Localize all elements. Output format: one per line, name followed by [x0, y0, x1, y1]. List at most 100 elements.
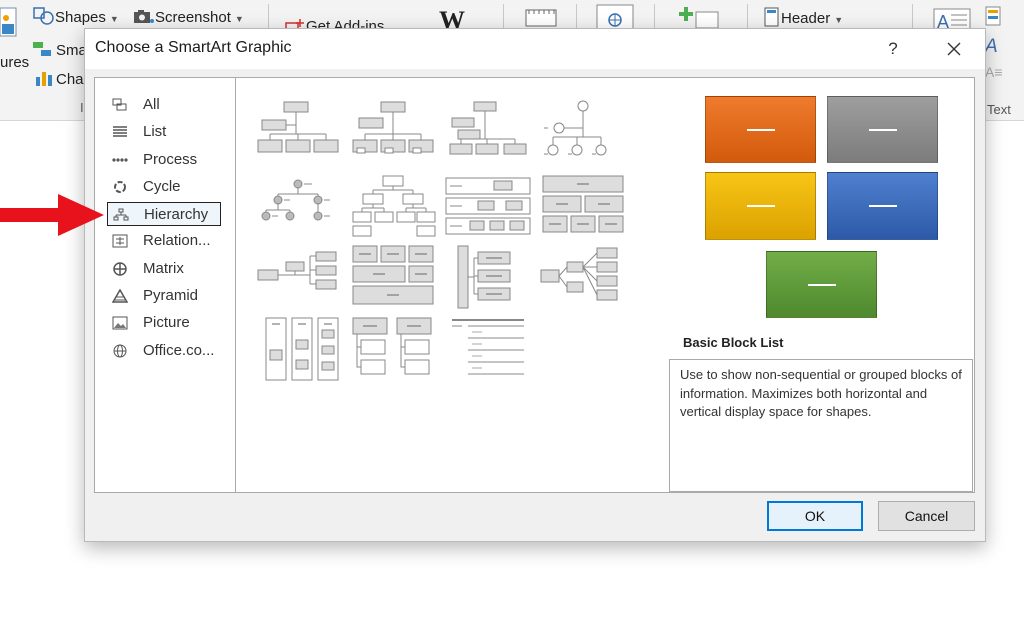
chart-icon — [36, 72, 52, 86]
layout-organization-chart[interactable] — [254, 98, 342, 166]
globe-icon — [113, 344, 127, 358]
picture-icon — [112, 316, 128, 330]
chevron-down-icon: ▼ — [109, 14, 119, 24]
category-label: Picture — [143, 314, 190, 331]
layout-circle-hierarchy[interactable] — [254, 174, 342, 242]
drop-cap-icon[interactable]: A≡ — [985, 64, 1003, 80]
category-list-item[interactable]: List — [107, 120, 221, 144]
category-process[interactable]: Process — [107, 148, 221, 172]
category-label: Office.co... — [143, 342, 215, 359]
table-hierarchy-icon — [542, 175, 624, 233]
help-button[interactable]: ? — [881, 37, 905, 61]
preview-block-gray — [827, 96, 938, 163]
category-label: Cycle — [143, 178, 181, 195]
wordart-icon[interactable]: A — [985, 36, 998, 58]
placeholder-dash — [746, 128, 775, 131]
pictures-icon — [0, 7, 17, 37]
multi-level-hierarchy-icon — [540, 247, 618, 301]
layout-labeled-hierarchy[interactable] — [444, 174, 532, 242]
close-icon — [947, 42, 961, 56]
preview-pane: Basic Block List Use to show non-sequent… — [666, 77, 975, 493]
category-label: Hierarchy — [144, 206, 209, 223]
category-office-com[interactable]: Office.co... — [107, 339, 221, 363]
layout-horizontal-multi-level[interactable] — [539, 244, 627, 312]
smartart-button[interactable]: Sma — [32, 40, 87, 59]
cancel-button[interactable]: Cancel — [878, 501, 975, 531]
cycle-icon — [114, 181, 126, 193]
quick-parts-icon[interactable] — [985, 6, 1001, 26]
layout-horizontal-hierarchy[interactable] — [444, 244, 532, 312]
category-pyramid[interactable]: Pyramid — [107, 284, 221, 308]
pyramid-icon — [112, 289, 128, 303]
text-group-label: Text — [987, 102, 1011, 117]
placeholder-dash — [868, 205, 897, 207]
category-cycle[interactable]: Cycle — [107, 175, 221, 199]
layout-circle-picture-hierarchy[interactable] — [539, 98, 627, 166]
shapes-label: Shapes — [55, 9, 106, 26]
category-matrix[interactable]: Matrix — [107, 257, 221, 281]
placeholder-dash — [868, 128, 897, 131]
header-button[interactable]: Header ▼ — [763, 7, 843, 27]
basic-block-list-preview — [696, 96, 946, 321]
name-title-org-chart-icon — [352, 101, 434, 154]
category-label: List — [143, 123, 167, 140]
layout-hierarchy-list[interactable] — [349, 244, 437, 312]
dialog-title: Choose a SmartArt Graphic — [95, 39, 292, 56]
all-icon — [112, 98, 127, 111]
hierarchy-boxes-icon — [352, 175, 436, 237]
circle-hierarchy-icon — [544, 100, 607, 156]
category-label: Pyramid — [143, 287, 199, 304]
chart-button[interactable]: Cha — [34, 69, 84, 88]
media-icon[interactable] — [525, 9, 557, 27]
matrix-icon — [113, 262, 127, 276]
category-label: Relation... — [143, 232, 211, 249]
layout-title: Basic Block List — [683, 335, 784, 350]
lined-list-hierarchy-icon — [265, 317, 339, 381]
smartart-label: Sma — [56, 42, 87, 59]
dialog-titlebar: Choose a SmartArt Graphic ? — [85, 29, 985, 69]
category-relationship[interactable]: Relation... — [107, 229, 221, 253]
layout-name-title-org-chart[interactable] — [349, 98, 437, 166]
preview-block-green — [766, 251, 877, 318]
smartart-dialog: Choose a SmartArt Graphic ? All List Pro… — [84, 28, 986, 542]
category-label: All — [143, 96, 160, 113]
category-picture[interactable]: Picture — [107, 311, 221, 335]
category-label: Matrix — [143, 260, 184, 277]
layout-description: Use to show non-sequential or grouped bl… — [669, 359, 973, 492]
pictures-button-label[interactable]: ures — [0, 54, 29, 71]
category-list: All List Process Cycle Hierarchy Relatio… — [94, 77, 236, 493]
layout-table-hierarchy[interactable] — [539, 174, 627, 242]
chevron-down-icon: ▼ — [834, 15, 844, 25]
bracket-hierarchy-icon — [352, 317, 432, 375]
comment-icon[interactable] — [676, 6, 720, 30]
header-label: Header — [781, 10, 831, 27]
screenshot-button[interactable]: Screenshot ▼ — [133, 7, 244, 26]
shapes-icon — [33, 7, 54, 25]
lined-list-icon — [452, 319, 524, 375]
close-button[interactable] — [940, 36, 968, 62]
category-all[interactable]: All — [107, 93, 221, 117]
category-hierarchy[interactable]: Hierarchy — [107, 202, 221, 226]
layout-architecture[interactable] — [349, 316, 437, 384]
layout-horizontal-org-chart[interactable] — [254, 244, 342, 312]
layout-half-circle-org-chart[interactable] — [444, 98, 532, 166]
preview-block-orange — [705, 96, 816, 163]
organization-chart-icon — [257, 101, 339, 153]
ok-button[interactable]: OK — [767, 501, 863, 531]
vertical-bar-hierarchy-icon — [457, 245, 511, 309]
layout-lined-list[interactable] — [444, 316, 532, 384]
layout-hierarchy[interactable] — [349, 174, 437, 242]
layout-gallery — [235, 77, 667, 493]
labeled-hierarchy-icon — [261, 179, 330, 221]
list-icon — [113, 126, 127, 137]
category-label: Process — [143, 151, 198, 168]
hierarchy-layout-icon — [449, 101, 527, 155]
smartart-icon — [33, 42, 51, 56]
layout-table-list-hierarchy[interactable] — [254, 316, 342, 384]
process-icon — [112, 158, 128, 162]
header-icon — [764, 7, 779, 27]
horizontal-hierarchy-icon — [257, 251, 337, 290]
chart-label: Cha — [56, 71, 84, 88]
shapes-button[interactable]: Shapes ▼ — [33, 7, 119, 26]
red-arrow-annotation — [0, 194, 104, 236]
